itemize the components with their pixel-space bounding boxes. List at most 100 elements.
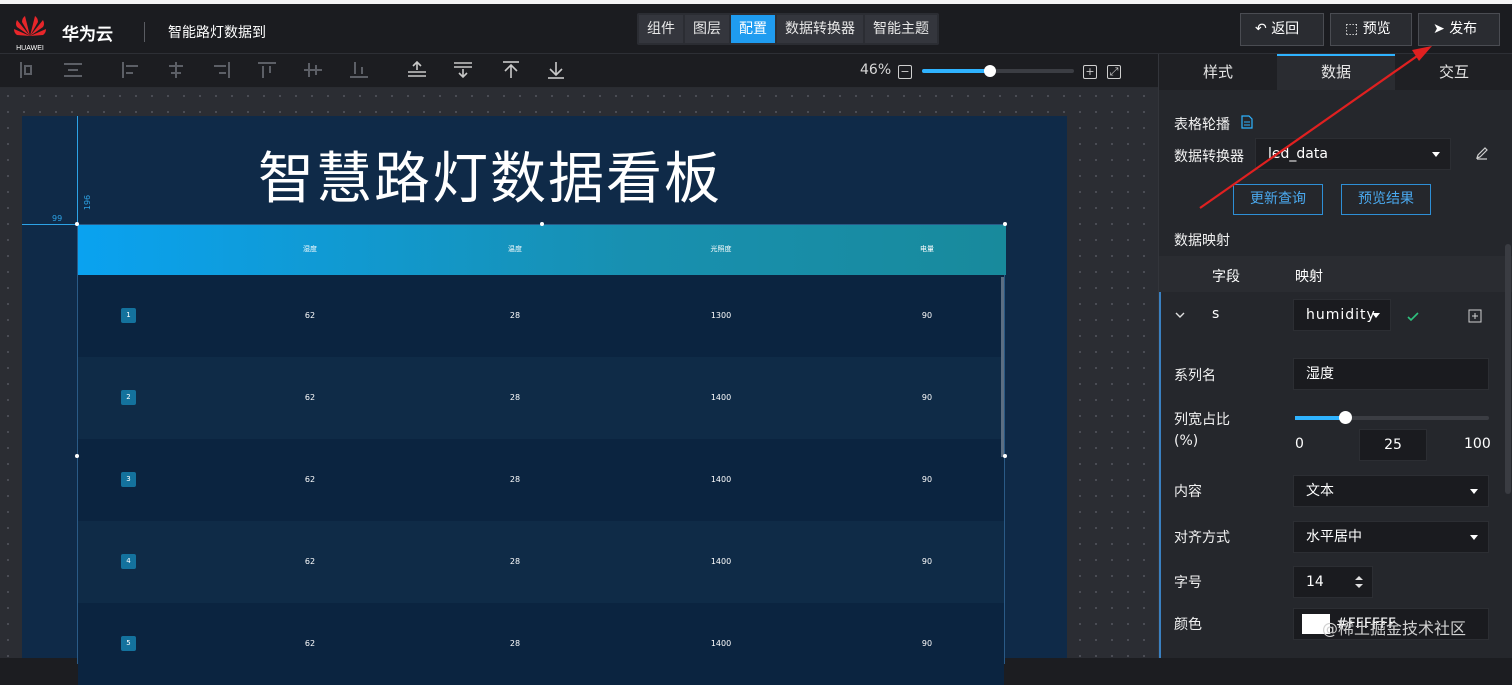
tab-interaction[interactable]: 交互: [1395, 54, 1512, 90]
tab-data-converter[interactable]: 数据转换器: [777, 15, 863, 43]
canvas-toolbar: 46% − + ⤢: [0, 54, 1158, 88]
table-cell: 1300: [710, 311, 732, 320]
divider: [144, 22, 145, 42]
main-tabs: 组件 图层 配置 数据转换器 智能主题: [637, 13, 939, 45]
resize-handle[interactable]: [1003, 222, 1007, 226]
move-up-one-icon[interactable]: [406, 60, 428, 80]
panel-scrollbar[interactable]: [1505, 244, 1511, 494]
table-cell: 62: [304, 475, 316, 484]
font-size-value: 14: [1306, 574, 1324, 590]
tab-style[interactable]: 样式: [1159, 54, 1277, 90]
tab-components[interactable]: 组件: [639, 15, 683, 43]
table-cell: 90: [921, 311, 933, 320]
table-cell: 90: [921, 557, 933, 566]
tab-config[interactable]: 配置: [731, 15, 775, 43]
table-cell: 28: [509, 639, 521, 648]
series-name-label: 系列名: [1174, 368, 1216, 384]
document-icon[interactable]: [1241, 115, 1253, 129]
send-to-bottom-icon[interactable]: [545, 60, 567, 80]
add-icon[interactable]: [1468, 309, 1482, 323]
table-header-cell: 湿度: [303, 245, 317, 253]
series-name-input[interactable]: 湿度: [1293, 358, 1489, 390]
table-header-cell: 光照度: [710, 245, 732, 253]
table-header-cell: 温度: [508, 245, 522, 253]
align-hcenter-icon[interactable]: [62, 60, 84, 80]
mapping-value: humidity: [1306, 307, 1376, 323]
mapping-select[interactable]: humidity: [1293, 299, 1391, 331]
align-top-icon[interactable]: [256, 60, 278, 80]
guide-line-horizontal: [22, 224, 78, 225]
tab-smart-theme[interactable]: 智能主题: [865, 15, 937, 43]
table-cell: 1400: [710, 557, 732, 566]
table-cell: 1400: [710, 475, 732, 484]
component-name: 表格轮播: [1174, 117, 1230, 133]
back-label: 返回: [1271, 21, 1300, 37]
move-down-one-icon[interactable]: [452, 60, 474, 80]
column-width-slider-handle[interactable]: [1339, 411, 1352, 424]
content-select[interactable]: 文本: [1293, 475, 1489, 507]
edit-icon[interactable]: [1475, 146, 1489, 160]
column-width-input[interactable]: 25: [1359, 429, 1427, 461]
table-row: 1 62 28 1300 90: [78, 275, 1004, 357]
bring-to-top-icon[interactable]: [500, 60, 522, 80]
stepper-arrows-icon[interactable]: [1354, 574, 1364, 590]
table-cell: 90: [921, 475, 933, 484]
row-index-badge: 1: [121, 308, 136, 323]
font-size-stepper[interactable]: 14: [1293, 566, 1373, 598]
zoom-slider[interactable]: [922, 65, 1074, 77]
preview-button[interactable]: ⬚ 预览: [1330, 13, 1412, 46]
resize-handle[interactable]: [540, 222, 544, 226]
resize-handle[interactable]: [1003, 454, 1007, 458]
table-cell: 62: [304, 639, 316, 648]
align-vcenter-icon[interactable]: [302, 60, 324, 80]
column-width-slider[interactable]: [1295, 411, 1489, 424]
update-query-button[interactable]: 更新查询: [1233, 184, 1323, 215]
project-title[interactable]: 智能路灯数据到: [168, 22, 266, 42]
tab-data[interactable]: 数据: [1277, 54, 1395, 90]
align-left-icon[interactable]: [120, 60, 142, 80]
resize-handle[interactable]: [75, 222, 79, 226]
table-row: 2 62 28 1400 90: [78, 357, 1004, 439]
publish-button[interactable]: ➤ 发布: [1418, 13, 1500, 46]
color-label: 颜色: [1174, 617, 1202, 633]
table-header-cell: 电量: [920, 245, 934, 253]
align-bottom-icon[interactable]: [348, 60, 370, 80]
row-index-badge: 4: [121, 554, 136, 569]
tab-layers[interactable]: 图层: [685, 15, 729, 43]
content-label: 内容: [1174, 484, 1202, 500]
resize-handle[interactable]: [75, 454, 79, 458]
mapping-row-indicator: [1159, 292, 1161, 658]
huawei-logo: HUAWEI: [12, 12, 48, 52]
align-left-edge-icon[interactable]: [17, 60, 39, 80]
converter-select[interactable]: led_data: [1255, 138, 1451, 170]
zoom-in-icon[interactable]: +: [1083, 65, 1097, 79]
row-index-badge: 2: [121, 390, 136, 405]
mapping-title: 数据映射: [1174, 233, 1230, 249]
font-size-label: 字号: [1174, 575, 1202, 591]
zoom-slider-handle[interactable]: [984, 65, 996, 77]
alignment-select[interactable]: 水平居中: [1293, 521, 1489, 553]
zoom-out-icon[interactable]: −: [898, 65, 912, 79]
preview-icon: ⬚: [1345, 21, 1359, 37]
table-carousel[interactable]: 湿度 温度 光照度 电量 1 62 28 1300 90 2 62 28 140…: [77, 224, 1006, 685]
top-bar: HUAWEI 华为云 智能路灯数据到 组件 图层 配置 数据转换器 智能主题 ↶…: [0, 0, 1512, 54]
send-icon: ➤: [1433, 21, 1445, 37]
table-scrollbar[interactable]: [1001, 277, 1004, 457]
align-right-icon[interactable]: [210, 60, 232, 80]
chevron-down-icon[interactable]: [1174, 310, 1186, 320]
table-cell: 28: [509, 475, 521, 484]
mapping-header: 字段 映射: [1159, 256, 1512, 292]
row-index-badge: 5: [121, 636, 136, 651]
dashboard-title[interactable]: 智慧路灯数据看板: [258, 134, 722, 215]
guide-y-value: 196: [83, 194, 93, 211]
fit-screen-icon[interactable]: ⤢: [1107, 65, 1121, 79]
align-center-icon[interactable]: [165, 60, 187, 80]
back-button[interactable]: ↶ 返回: [1240, 13, 1324, 46]
zoom-slider-fill: [922, 69, 990, 73]
table-header: 湿度 温度 光照度 电量: [78, 225, 1006, 275]
chevron-down-icon: [1432, 152, 1440, 157]
mapping-column-header: 映射: [1295, 269, 1323, 285]
preview-result-button[interactable]: 预览结果: [1341, 184, 1431, 215]
canvas-area[interactable]: 智慧路灯数据看板 99 196 湿度 温度 光照度 电量 1 62 28 130…: [0, 88, 1158, 685]
dashboard-screen[interactable]: 智慧路灯数据看板 99 196 湿度 温度 光照度 电量 1 62 28 130…: [22, 116, 1067, 685]
